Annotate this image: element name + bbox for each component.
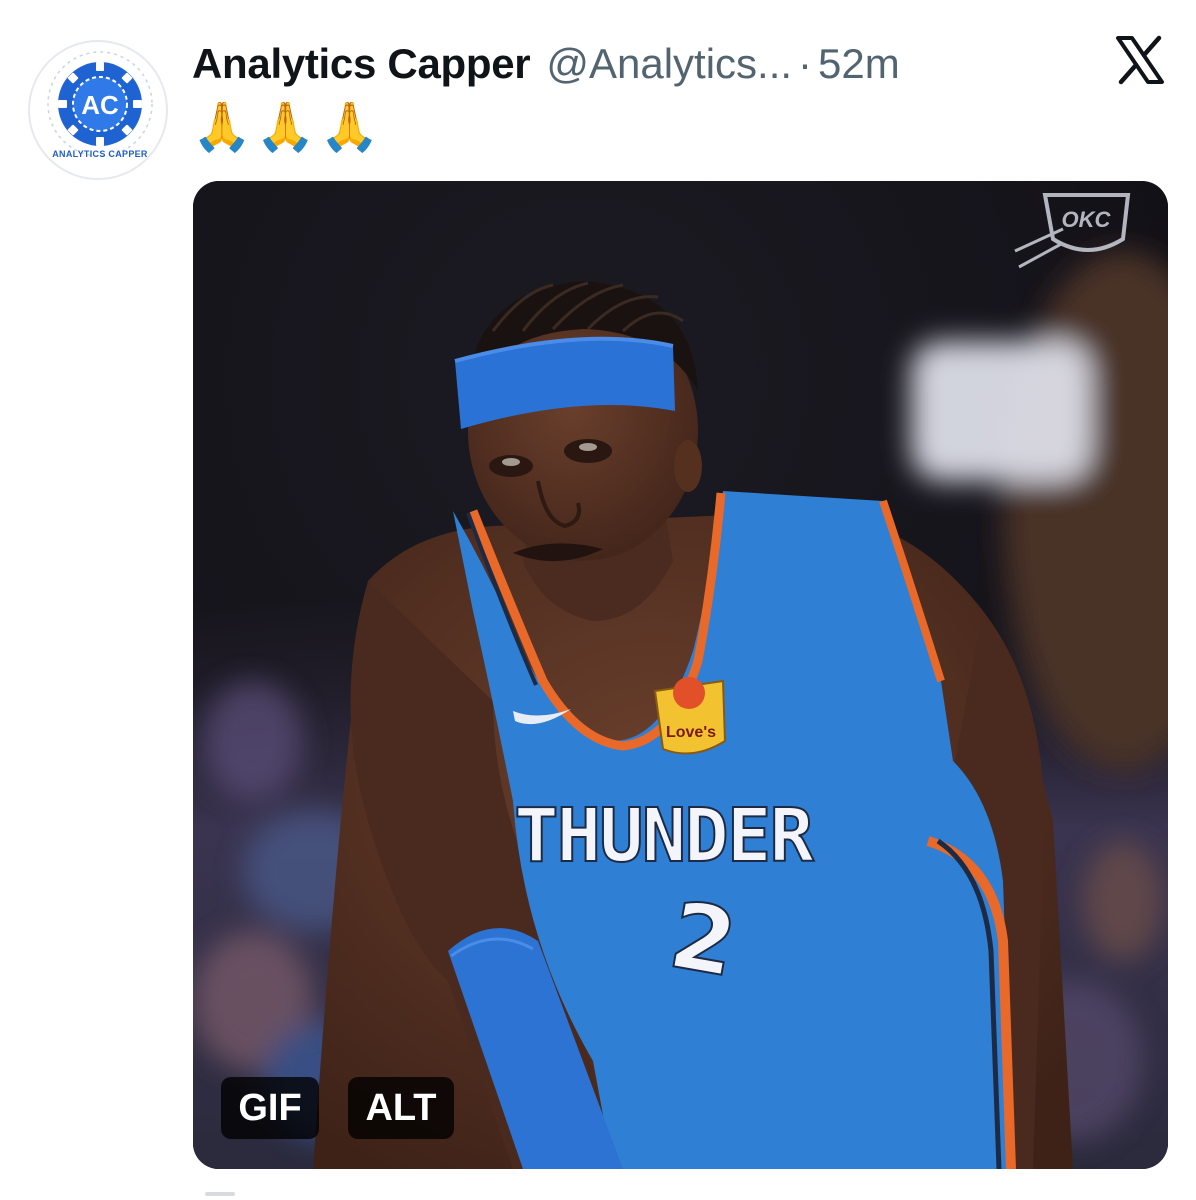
avatar-caption: ANALYTICS CAPPER [52,149,148,159]
gif-frame: OKC Love's THUNDER 2 [193,181,1168,1169]
author-display-name[interactable]: Analytics Capper [192,40,531,88]
tweet-media-gif[interactable]: OKC Love's THUNDER 2 GIF ALT [193,181,1168,1169]
timestamp[interactable]: 52m [818,40,900,88]
svg-text:OKC: OKC [1062,207,1112,232]
jersey-team-text: THUNDER [514,793,814,879]
author-handle[interactable]: @Analytics... [546,40,792,88]
gif-badge[interactable]: GIF [221,1077,319,1139]
poker-chip-logo-icon: AC [47,51,153,157]
svg-text:Love's: Love's [666,724,716,741]
avatar[interactable]: AC ANALYTICS CAPPER [28,40,168,180]
avatar-initials: AC [81,90,119,120]
tweet-card[interactable]: AC ANALYTICS CAPPER Analytics Capper @An… [0,0,1196,1200]
separator-dot: · [798,40,813,87]
loves-patch-icon: Love's [653,677,727,755]
tweet-header: Analytics Capper @Analytics... · 52m [192,36,900,92]
alt-text-button[interactable]: ALT [348,1077,454,1139]
tweet-text: 🙏🙏🙏 [192,99,384,155]
next-item-divider [205,1192,235,1196]
x-logo-icon [1114,34,1166,86]
